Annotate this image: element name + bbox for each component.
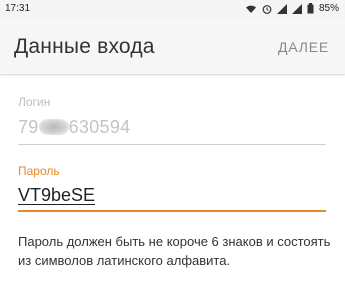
- login-field[interactable]: Логин 79 630594: [18, 95, 326, 145]
- battery-icon: [307, 3, 314, 14]
- password-label: Пароль: [18, 164, 60, 178]
- page-title: Данные входа: [14, 35, 155, 58]
- battery-percent: 85%: [318, 3, 339, 14]
- password-underline: [18, 210, 326, 212]
- login-value[interactable]: 79 630594: [18, 117, 131, 138]
- status-time: 17:31: [5, 3, 31, 14]
- redacted-blur: [38, 119, 69, 135]
- next-button[interactable]: ДАЛЕЕ: [278, 39, 329, 55]
- password-hint: Пароль должен быть не короче 6 знаков и …: [18, 234, 331, 268]
- app-bar: Данные входа ДАЛЕЕ: [0, 18, 345, 74]
- wifi-icon: [245, 4, 257, 14]
- alarm-icon: [262, 4, 272, 14]
- password-field[interactable]: Пароль: [18, 164, 326, 212]
- login-value-suffix: 630594: [68, 117, 131, 137]
- status-bar: 17:31 85%: [0, 0, 345, 18]
- signal-icon-2: [291, 3, 302, 14]
- signal-icon: [276, 3, 287, 14]
- login-underline: [18, 144, 326, 145]
- login-label: Логин: [18, 95, 51, 109]
- password-input[interactable]: [18, 182, 318, 208]
- status-icons: 85%: [245, 3, 339, 14]
- login-value-prefix: 79: [18, 117, 39, 137]
